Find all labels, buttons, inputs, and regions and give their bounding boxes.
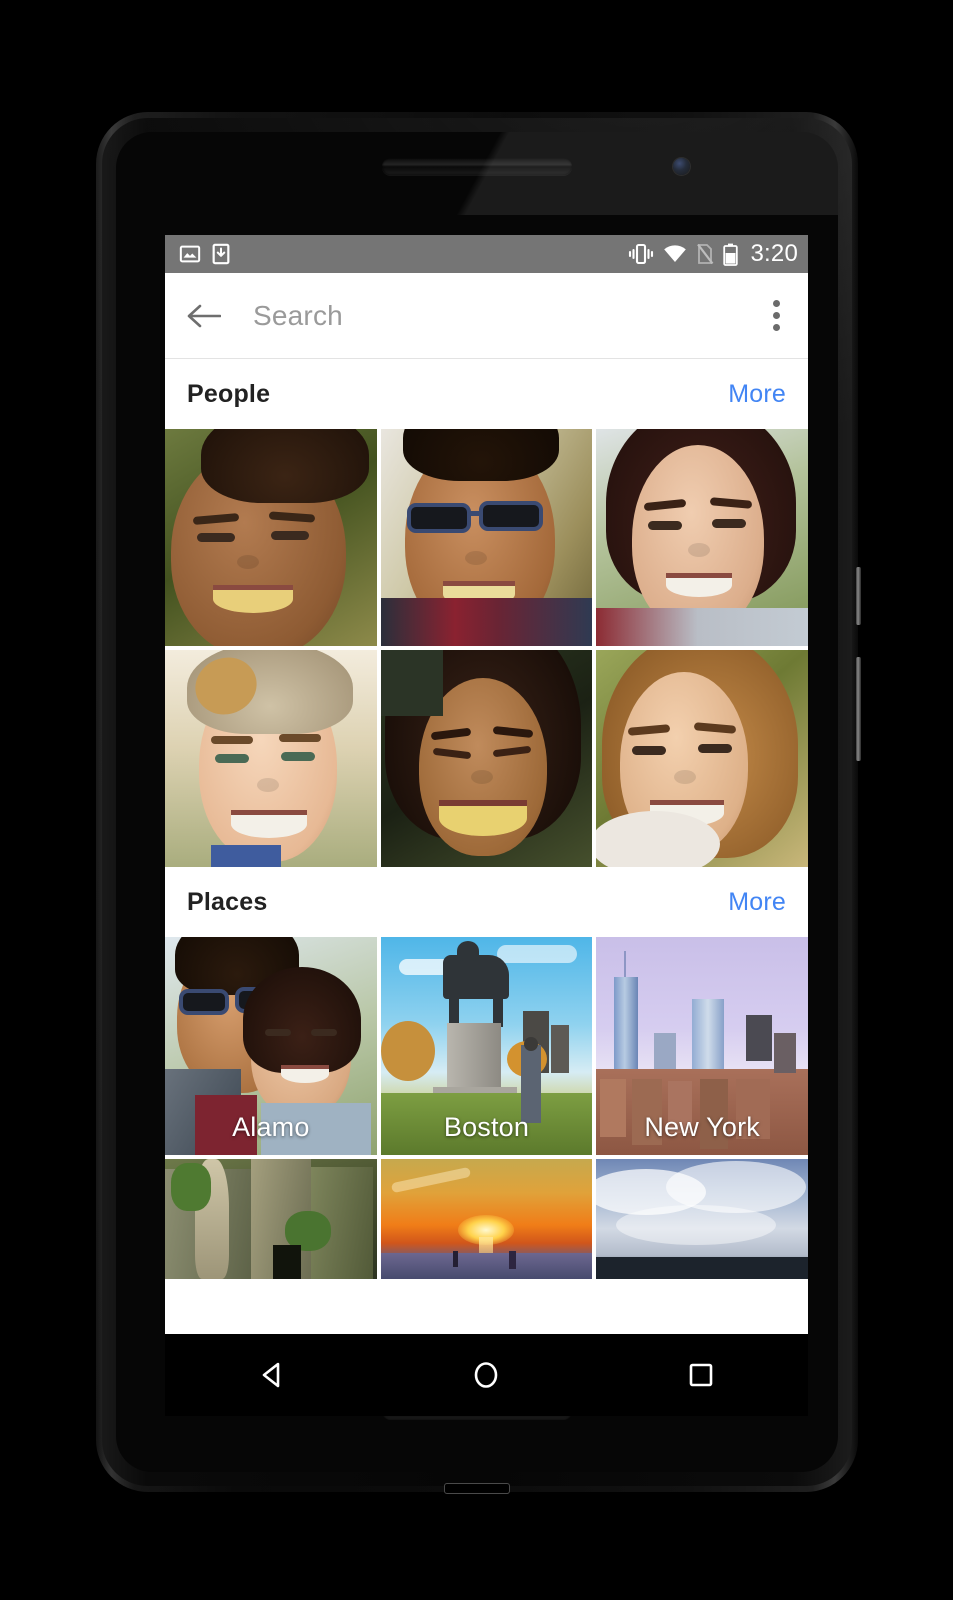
laughing-woman [380, 650, 593, 867]
nav-recents-button[interactable] [656, 1334, 746, 1416]
woman-with-blonde-hair [596, 650, 808, 867]
wifi-icon [663, 244, 687, 264]
people-tile[interactable] [596, 650, 808, 867]
man-with-sunglasses [380, 429, 593, 646]
phone-screen: 3:20 Search People More Places More Alam… [165, 235, 808, 1416]
places-grid: Alamo Boston New York [165, 937, 808, 1279]
cloudy-sky [596, 1159, 808, 1279]
people-tile[interactable] [165, 429, 377, 646]
volume-button[interactable] [856, 657, 861, 761]
more-link-places[interactable]: More [728, 888, 786, 917]
smiling-woman-dark-hair [596, 429, 808, 646]
section-title-people: People [187, 379, 271, 408]
place-tile[interactable]: New York [596, 937, 808, 1155]
place-tile[interactable] [596, 1159, 808, 1279]
overgrown-temple-ruins [165, 1159, 377, 1279]
people-grid [165, 429, 808, 867]
status-bar-clock: 3:20 [750, 240, 798, 267]
place-tile[interactable] [380, 1159, 593, 1279]
search-input[interactable]: Search [253, 300, 765, 332]
more-link-people[interactable]: More [728, 380, 786, 409]
battery-icon [723, 243, 739, 266]
front-camera [673, 158, 690, 175]
section-header-places: Places More [165, 867, 808, 937]
place-label: New York [644, 1112, 760, 1142]
place-tile[interactable] [165, 1159, 377, 1279]
photo-icon [179, 243, 201, 265]
vibrate-icon [628, 243, 654, 265]
people-tile[interactable] [165, 650, 377, 867]
place-label: Boston [443, 1112, 530, 1142]
people-tile[interactable] [596, 429, 808, 646]
earpiece-speaker [382, 158, 572, 175]
download-icon [211, 243, 231, 265]
place-tile[interactable]: Boston [380, 937, 593, 1155]
man-with-beanie [165, 650, 377, 867]
nav-home-button[interactable] [441, 1334, 531, 1416]
place-label: Alamo [232, 1112, 310, 1142]
section-header-people: People More [165, 359, 808, 429]
section-title-places: Places [187, 887, 268, 916]
overflow-menu-icon[interactable] [765, 290, 788, 341]
navigation-bar [165, 1334, 808, 1416]
phone-device: 3:20 Search People More Places More Alam… [96, 112, 861, 1493]
usb-port [445, 1484, 509, 1493]
nav-back-button[interactable] [227, 1334, 317, 1416]
search-toolbar: Search [165, 273, 808, 359]
people-tile[interactable] [380, 429, 593, 646]
people-tile[interactable] [380, 650, 593, 867]
status-bar: 3:20 [165, 235, 808, 273]
phone-front-glass: 3:20 Search People More Places More Alam… [116, 132, 838, 1472]
no-sim-icon [696, 243, 714, 265]
smiling-man-curly-hair [165, 429, 377, 646]
phone-bezel: 3:20 Search People More Places More Alam… [102, 118, 852, 1486]
back-arrow-icon[interactable] [187, 302, 221, 330]
place-tile[interactable]: Alamo [165, 937, 377, 1155]
beach-sunset [380, 1159, 593, 1279]
power-button[interactable] [856, 567, 861, 625]
